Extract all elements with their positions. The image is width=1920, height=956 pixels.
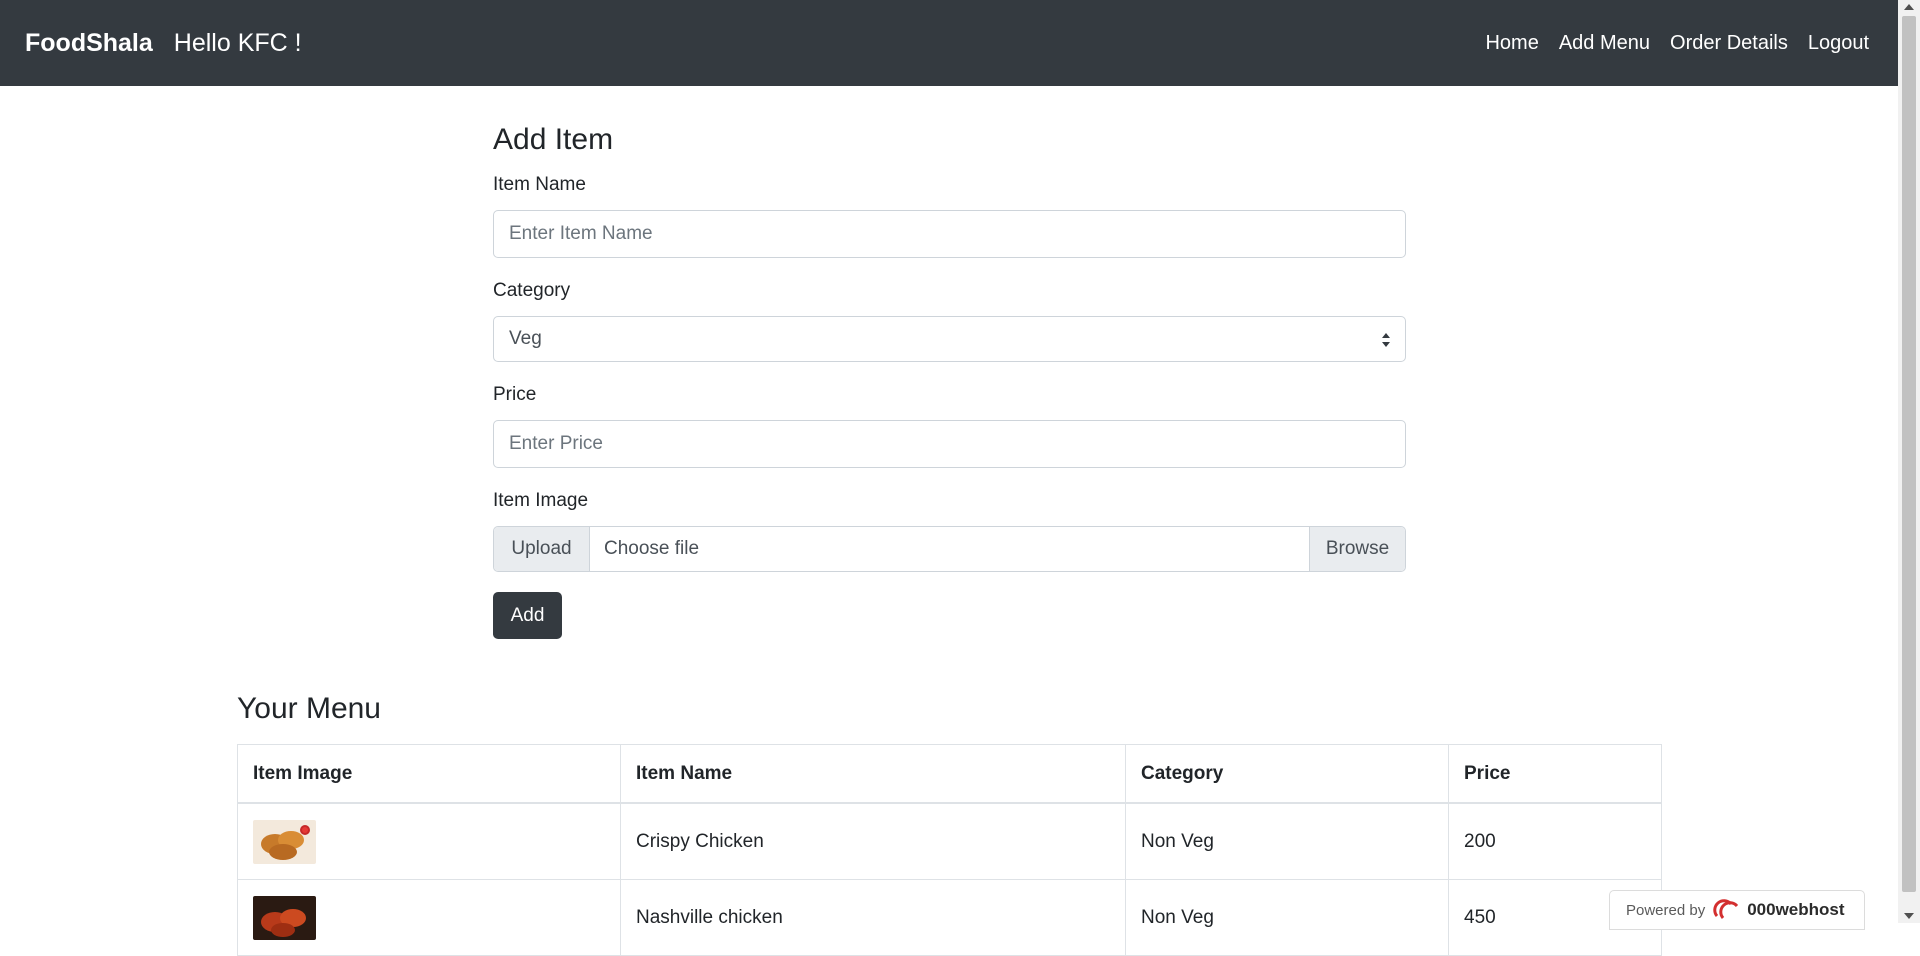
nav-home-link[interactable]: Home (1485, 32, 1538, 55)
file-input-group[interactable]: Upload Choose file Browse (493, 526, 1406, 572)
item-image-label: Item Image (493, 490, 589, 511)
menu-table: Item Image Item Name Category Price Cris… (237, 744, 1662, 956)
powered-by-badge[interactable]: Powered by 000webhost (1609, 890, 1865, 930)
col-category: Category (1125, 744, 1449, 804)
col-item-image: Item Image (237, 744, 621, 804)
form-title: Add Item (493, 123, 614, 156)
webhost-brand: 000webhost (1747, 900, 1845, 919)
add-item-form: Add Item Item Name Category Veg Price It… (493, 118, 1406, 639)
scroll-thumb[interactable] (1902, 16, 1916, 892)
item-name-label: Item Name (493, 174, 586, 195)
navbar: FoodShala Hello KFC ! Home Add Menu Orde… (0, 0, 1898, 86)
item-name-input[interactable] (493, 210, 1406, 258)
brand-logo[interactable]: FoodShala (25, 29, 153, 58)
upload-addon: Upload (494, 527, 590, 571)
item-name-cell: Crispy Chicken (620, 802, 1126, 880)
crispy-chicken-image (253, 819, 316, 864)
nav-logout-link[interactable]: Logout (1808, 32, 1869, 55)
category-select[interactable]: Veg (493, 316, 1406, 362)
category-cell: Non Veg (1125, 802, 1449, 880)
nav-order-details-link[interactable]: Order Details (1670, 32, 1788, 55)
file-input[interactable]: Choose file (590, 527, 1309, 571)
item-name-cell: Nashville chicken (620, 879, 1126, 956)
price-label: Price (493, 384, 537, 405)
nav-links: Home Add Menu Order Details Logout (1485, 32, 1869, 55)
add-button[interactable]: Add (493, 592, 562, 639)
nav-add-menu-link[interactable]: Add Menu (1559, 32, 1650, 55)
select-arrows-icon (1382, 333, 1390, 347)
price-cell: 200 (1448, 802, 1662, 880)
item-image-cell (237, 802, 621, 880)
category-selected-value: Veg (509, 328, 542, 349)
menu-title: Your Menu (237, 692, 381, 725)
col-item-name: Item Name (620, 744, 1126, 804)
powered-by-text: Powered by (1626, 901, 1706, 919)
nashville-chicken-image (253, 895, 316, 940)
category-cell: Non Veg (1125, 879, 1449, 956)
item-image-cell (237, 879, 621, 956)
table-row: Crispy Chicken Non Veg 200 (237, 802, 1662, 880)
price-input[interactable] (493, 420, 1406, 468)
table-header-row: Item Image Item Name Category Price (237, 744, 1662, 804)
webhost-logo-icon (1713, 899, 1739, 919)
greeting-text: Hello KFC ! (173, 28, 302, 57)
table-row: Nashville chicken Non Veg 450 (237, 879, 1662, 956)
scroll-down-arrow-icon[interactable] (1904, 913, 1914, 919)
category-label: Category (493, 280, 571, 301)
col-price: Price (1448, 744, 1662, 804)
scroll-up-arrow-icon[interactable] (1904, 4, 1914, 10)
vertical-scrollbar[interactable] (1898, 0, 1920, 923)
browse-button[interactable]: Browse (1309, 527, 1405, 571)
